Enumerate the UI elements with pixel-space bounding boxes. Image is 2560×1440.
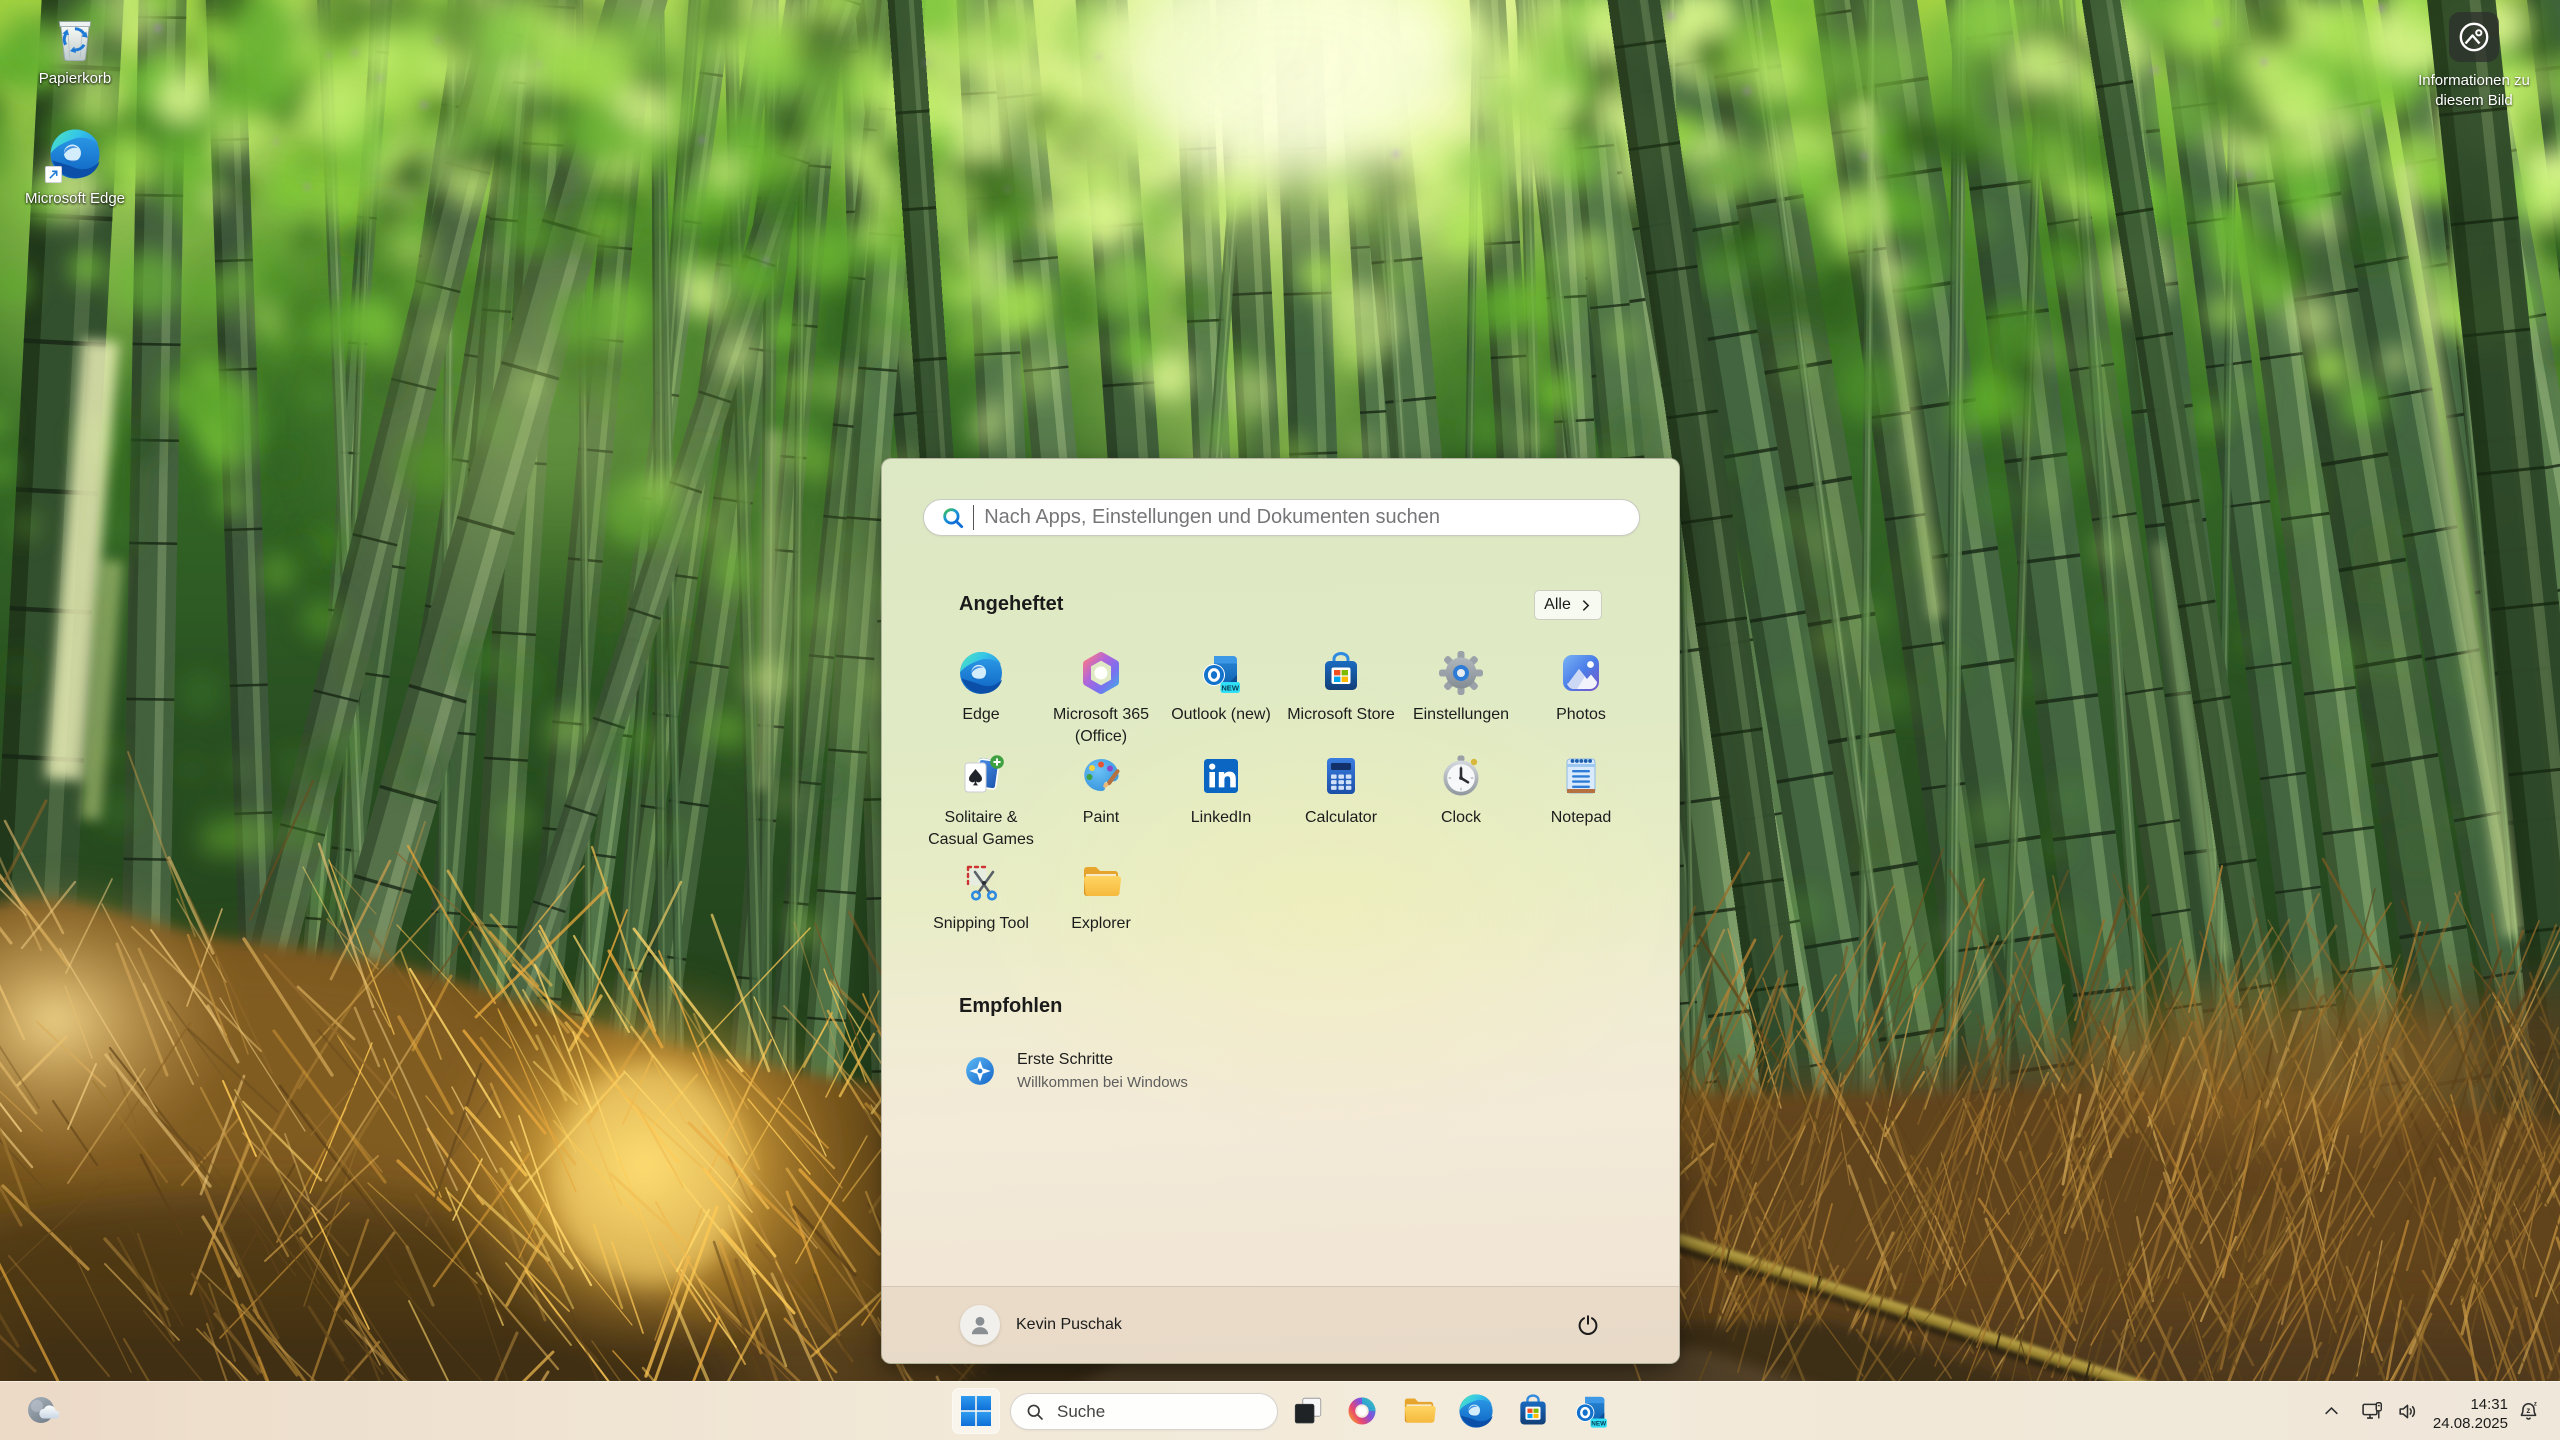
svg-text:z: z: [2533, 1402, 2536, 1408]
svg-text:NEW: NEW: [1221, 683, 1240, 692]
svg-text:z: z: [2526, 1406, 2530, 1415]
svg-text:NEW: NEW: [1591, 1421, 1606, 1428]
